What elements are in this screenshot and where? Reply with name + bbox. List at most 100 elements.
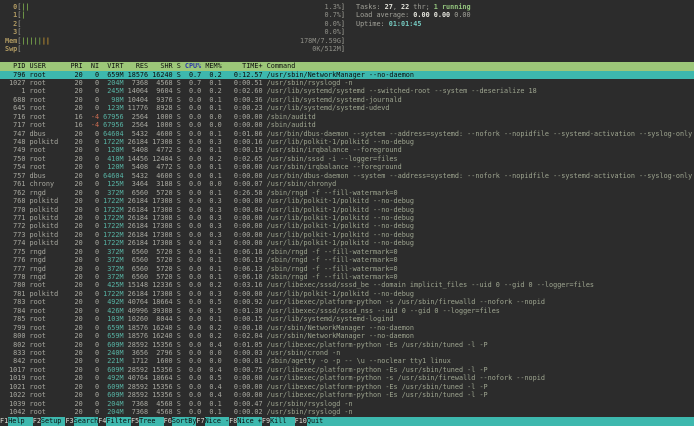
fkey-nice-+-button[interactable]: Nice +	[237, 417, 262, 426]
process-row[interactable]: 1017root200609M2859215356S0.00.40:00.75/…	[0, 366, 694, 374]
column-header-s[interactable]: S	[177, 62, 181, 70]
process-row[interactable]: 1root200245M140649604S0.00.20:02.60/usr/…	[0, 87, 694, 95]
fkey-kill-button[interactable]: Kill	[270, 417, 295, 426]
column-header-mem[interactable]: MEM%	[205, 62, 221, 70]
fkey-help-button[interactable]: Help	[8, 417, 33, 426]
cell-virt: 1722M	[103, 214, 123, 222]
cell-pid: 1017	[5, 366, 25, 374]
process-row[interactable]: 750root200410M1445612404S0.00.20:02.65/u…	[0, 155, 694, 163]
fkey-F4-key[interactable]: F4	[98, 417, 106, 426]
column-header-ni[interactable]: NI	[87, 62, 99, 70]
cell-s: S	[177, 374, 181, 382]
column-header-res[interactable]: RES	[128, 62, 148, 70]
process-row[interactable]: 776rngd200372M65605720S0.00.10:06.19/sbi…	[0, 256, 694, 264]
process-row[interactable]: 688root20098M104049376S0.00.10:00.36/usr…	[0, 96, 694, 104]
cell-pri: 16	[70, 113, 82, 121]
process-row[interactable]: 748polkitd2001722M2618417308S0.00.30:00.…	[0, 138, 694, 146]
column-header-time[interactable]: TIME+	[226, 62, 263, 70]
fkey-filter-button[interactable]: Filter	[106, 417, 131, 426]
cell-virt: 372M	[103, 265, 123, 273]
process-row[interactable]: 771polkitd2001722M2618417308S0.00.30:00.…	[0, 214, 694, 222]
cell-pid: 1	[5, 87, 25, 95]
cell-s: S	[177, 104, 181, 112]
fkey-F2-key[interactable]: F2	[33, 417, 41, 426]
cell-cmd: /usr/lib/systemd/systemd-udevd	[267, 104, 694, 112]
fkey-search-button[interactable]: Search	[74, 417, 99, 426]
cell-res: 14456	[128, 155, 148, 163]
process-row[interactable]: 778rngd200372M65605720S0.00.10:06.10/sbi…	[0, 273, 694, 281]
process-row[interactable]: 717root16-46795625641000S0.00.00:00.00/s…	[0, 121, 694, 129]
fkey-quit-button[interactable]: Quit	[307, 417, 694, 426]
column-header-cmd[interactable]: Command	[267, 62, 694, 70]
column-header-cpu[interactable]: CPU%	[185, 62, 201, 70]
cell-time: 0:02.65	[226, 155, 263, 163]
fkey-F9-key[interactable]: F9	[262, 417, 270, 426]
cell-ni: 0	[87, 79, 99, 87]
process-row[interactable]: 780root200425M1514812336S0.00.20:03.16/u…	[0, 281, 694, 289]
process-row[interactable]: 747dbus2006460454324600S0.00.10:01.86/us…	[0, 130, 694, 138]
cell-cpu: 0.0	[185, 206, 201, 214]
process-row[interactable]: 757dbus2006460454324600S0.00.10:00.00/us…	[0, 172, 694, 180]
cell-cmd: /usr/lib/polkit-1/polkitd --no-debug	[267, 290, 694, 298]
fkey-tree-button[interactable]: Tree	[139, 417, 164, 426]
process-row[interactable]: 770polkitd2001722M2618417308S0.00.30:00.…	[0, 206, 694, 214]
column-header-pri[interactable]: PRI	[70, 62, 82, 70]
cell-cpu: 0.0	[185, 87, 201, 95]
fkey-F8-key[interactable]: F8	[229, 417, 237, 426]
process-row[interactable]: 800root200659M1857616240S0.00.20:02.04/u…	[0, 332, 694, 340]
process-row[interactable]: 762rngd200372M65605720S0.00.10:26.58/sbi…	[0, 189, 694, 197]
cell-time: 0:02.60	[226, 87, 263, 95]
process-row[interactable]: 1021root200609M2859215356S0.00.40:00.00/…	[0, 383, 694, 391]
cell-ni: 0	[87, 222, 99, 230]
process-row[interactable]: 775rngd200372M65605720S0.00.10:06.18/sbi…	[0, 248, 694, 256]
cell-res: 15148	[128, 281, 148, 289]
column-header-shr[interactable]: SHR	[152, 62, 172, 70]
process-row[interactable]: 784root200426M4099639308S0.00.50:01.30/u…	[0, 307, 694, 315]
process-row[interactable]: 833root200240M36562796S0.00.00:00.03/usr…	[0, 349, 694, 357]
process-row[interactable]: 785root200103M102608044S0.00.10:00.15/us…	[0, 315, 694, 323]
process-row[interactable]: 645root200123M117768928S0.00.10:00.23/us…	[0, 104, 694, 112]
cell-cpu: 0.7	[185, 71, 201, 79]
cell-pri: 20	[70, 400, 82, 408]
fkey-F6-key[interactable]: F6	[164, 417, 172, 426]
fkey-F10-key[interactable]: F10	[295, 417, 307, 426]
fkey-sortby-button[interactable]: SortBy	[172, 417, 197, 426]
process-row[interactable]: 773polkitd2001722M2618417308S0.00.30:00.…	[0, 231, 694, 239]
process-row[interactable]: 1042root200204M73684568S0.00.10:00.02/us…	[0, 408, 694, 416]
process-row[interactable]: 1039root200204M73684568S0.00.10:00.47/us…	[0, 400, 694, 408]
cell-pri: 20	[70, 307, 82, 315]
cell-pid: 796	[5, 71, 25, 79]
process-row[interactable]: 1019root200492M4076418664S0.00.50:00.00/…	[0, 374, 694, 382]
cell-user: root	[30, 298, 67, 306]
process-row[interactable]: 802root200609M2859215356S0.00.40:01.05/u…	[0, 341, 694, 349]
cell-pid: 774	[5, 239, 25, 247]
process-row[interactable]: 796root200659M1857616240S0.70.20:12.57/u…	[0, 71, 694, 79]
cell-virt: 120M	[103, 163, 123, 171]
cell-mem: 0.0	[205, 357, 221, 365]
fkey-F3-key[interactable]: F3	[65, 417, 73, 426]
fkey-F7-key[interactable]: F7	[196, 417, 204, 426]
fkey-nice--button[interactable]: Nice -	[205, 417, 230, 426]
process-row[interactable]: 799root200659M1857616240S0.00.20:00.10/u…	[0, 324, 694, 332]
fkey-setup-button[interactable]: Setup	[41, 417, 66, 426]
process-row[interactable]: 716root16-46795625641000S0.00.00:00.00/s…	[0, 113, 694, 121]
process-row[interactable]: 768polkitd2001722M2618417308S0.00.30:00.…	[0, 197, 694, 205]
process-row[interactable]: 749root200120M54084772S0.00.10:00.19/usr…	[0, 146, 694, 154]
column-header-user[interactable]: USER	[30, 62, 67, 70]
column-header-virt[interactable]: VIRT	[103, 62, 123, 70]
process-row[interactable]: 777rngd200372M65605720S0.00.10:06.13/sbi…	[0, 265, 694, 273]
fkey-F1-key[interactable]: F1	[0, 417, 8, 426]
process-row[interactable]: 1022root200609M2859215356S0.00.40:00.00/…	[0, 391, 694, 399]
process-row[interactable]: 842root200221M17121600S0.00.00:00.01/sbi…	[0, 357, 694, 365]
process-row[interactable]: 774polkitd2001722M2618417308S0.00.30:00.…	[0, 239, 694, 247]
process-row[interactable]: 772polkitd2001722M2618417308S0.00.30:00.…	[0, 222, 694, 230]
column-header-pid[interactable]: PID	[5, 62, 25, 70]
process-row[interactable]: 1027root200204M73684568S0.70.10:00.51/us…	[0, 79, 694, 87]
process-row[interactable]: 783root200492M4076418664S0.00.50:00.92/u…	[0, 298, 694, 306]
cell-pid: 799	[5, 324, 25, 332]
fkey-F5-key[interactable]: F5	[131, 417, 139, 426]
swap-meter-bar	[21, 45, 312, 53]
process-row[interactable]: 761chrony200125M34643188S0.00.00:00.07/u…	[0, 180, 694, 188]
process-row[interactable]: 781polkitd2001722M2618417308S0.00.30:00.…	[0, 290, 694, 298]
process-row[interactable]: 754root200120M54084772S0.00.10:00.00/usr…	[0, 163, 694, 171]
